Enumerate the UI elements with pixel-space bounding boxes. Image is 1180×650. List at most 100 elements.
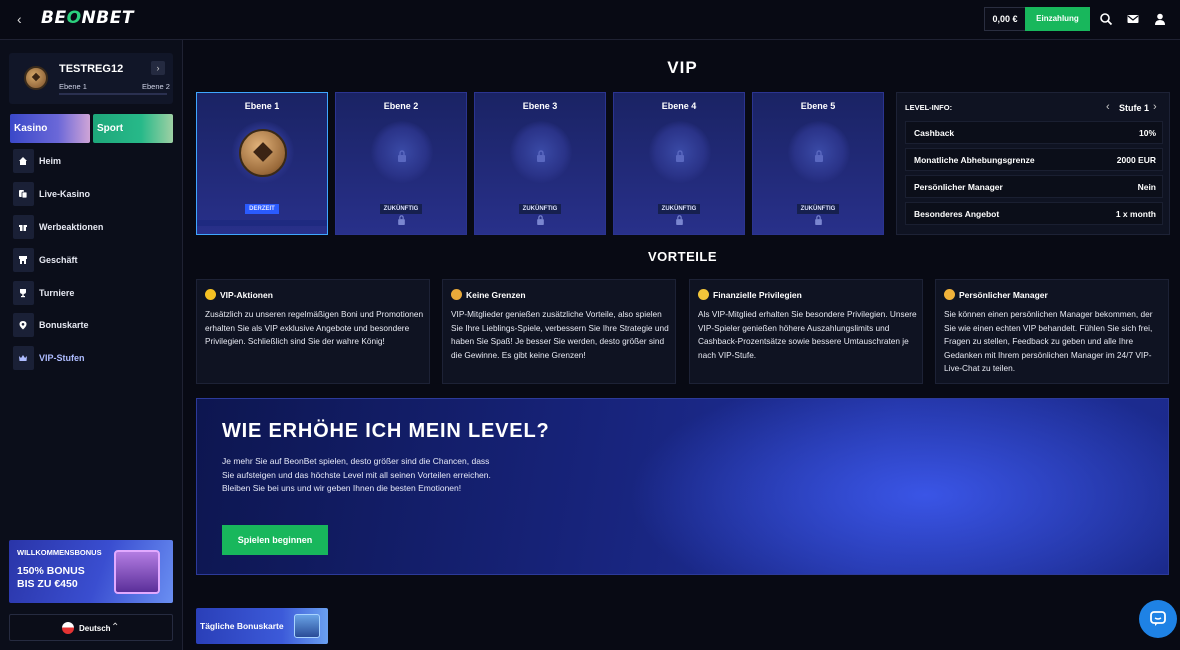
tier-name: Ebene 2 — [383, 101, 419, 111]
level-up-hero: WIE ERHÖHE ICH MEIN LEVEL? Je mehr Sie a… — [196, 398, 1169, 575]
lock-icon — [676, 150, 684, 162]
benefit-text: Zusätzlich zu unseren regelmäßigen Boni … — [205, 309, 424, 347]
tier-status-badge: DERZEIT — [197, 202, 327, 214]
tier-card-3[interactable]: Ebene 3 ZUKÜNFTIG — [474, 92, 606, 235]
benefit-title: Finanzielle Privilegien — [713, 290, 802, 300]
tier-name: Ebene 1 — [244, 101, 280, 111]
money-icon — [698, 289, 709, 300]
daily-bonus-card-banner[interactable]: Tägliche Bonuskarte — [196, 608, 328, 644]
map-pin-icon — [13, 313, 34, 337]
tier-card-1[interactable]: Ebene 1 DERZEIT — [196, 92, 328, 235]
sidebar-item-tournaments[interactable]: Turniere — [13, 281, 173, 305]
profile-card[interactable]: TESTREG12 › Ebene 1 Ebene 2 — [9, 53, 173, 104]
hero-title: WIE ERHÖHE ICH MEIN LEVEL? — [222, 420, 550, 442]
info-row: Monatliche Abhebungsgrenze 2000 EUR — [905, 148, 1163, 171]
sidebar-item-vip-levels[interactable]: VIP-Stufen — [13, 346, 173, 370]
benefit-text: Sie können einen persönlichen Manager be… — [944, 309, 1153, 374]
tier-card-2[interactable]: Ebene 2 ZUKÜNFTIG — [335, 92, 467, 235]
sidebar-item-label: Werbeaktionen — [39, 222, 104, 232]
deposit-button[interactable]: Einzahlung — [1025, 7, 1090, 31]
gift-icon — [13, 215, 34, 239]
sidebar-item-bonus-map[interactable]: Bonuskarte — [13, 313, 173, 337]
lock-icon — [676, 215, 683, 225]
trophy-icon — [13, 281, 34, 305]
start-playing-button[interactable]: Spielen beginnen — [222, 525, 328, 555]
info-row-value: 1 x month — [1115, 209, 1156, 219]
info-row: Cashback 10% — [905, 121, 1163, 144]
info-row-value: Nein — [1137, 182, 1156, 192]
benefit-text: Als VIP-Mitglied erhalten Sie besondere … — [698, 309, 917, 360]
crown-icon — [13, 346, 34, 370]
info-row-key: Cashback — [914, 128, 955, 138]
benefit-card: Finanzielle Privilegien Als VIP-Mitglied… — [689, 279, 923, 384]
sidebar: TESTREG12 › Ebene 1 Ebene 2 Kasino Sport… — [0, 40, 183, 650]
promo-title: 150% BONUS BIS ZU €450 — [17, 565, 85, 590]
chat-bubble-icon — [1150, 611, 1166, 626]
back-arrow-icon[interactable]: ‹ — [17, 12, 31, 26]
lock-icon — [398, 215, 405, 225]
info-row-key: Besonderes Angebot — [914, 209, 1000, 219]
next-level-label: Ebene 2 — [142, 82, 170, 91]
user-icon[interactable] — [1153, 12, 1167, 26]
language-label: Deutsch — [79, 624, 111, 633]
lock-icon — [537, 215, 544, 225]
tier-status-badge: ZUKÜNFTIG — [614, 202, 744, 214]
benefits-title: VORTEILE — [647, 249, 717, 264]
balance-display[interactable]: 0,00 € — [984, 7, 1026, 31]
level-info-heading: LEVEL-INFO: — [905, 103, 953, 112]
search-icon[interactable] — [1099, 12, 1113, 26]
language-selector[interactable]: Deutsch ⌃ — [9, 614, 173, 641]
lock-icon — [815, 215, 822, 225]
benefit-card: Persönlicher Manager Sie können einen pe… — [935, 279, 1169, 384]
benefit-card: Keine Grenzen VIP-Mitglieder genießen zu… — [442, 279, 676, 384]
sidebar-item-label: VIP-Stufen — [39, 353, 85, 363]
tier-status-badge: ZUKÜNFTIG — [475, 202, 605, 214]
tier-status-badge: ZUKÜNFTIG — [753, 202, 883, 214]
chevron-right-icon[interactable]: › — [151, 61, 165, 75]
info-row: Persönlicher Manager Nein — [905, 175, 1163, 198]
sidebar-item-label: Live-Kasino — [39, 189, 91, 199]
flag-icon — [62, 622, 74, 634]
sidebar-item-live-casino[interactable]: Live-Kasino — [13, 182, 173, 206]
daily-bonus-label: Tägliche Bonuskarte — [200, 621, 284, 631]
sidebar-item-home[interactable]: Heim — [13, 149, 173, 173]
home-icon — [13, 149, 34, 173]
lock-icon — [537, 150, 545, 162]
category-sport[interactable]: Sport — [93, 114, 173, 143]
tier-name: Ebene 5 — [800, 101, 836, 111]
welcome-bonus-banner[interactable]: WILLKOMMENSBONUS 150% BONUS BIS ZU €450 — [9, 540, 173, 603]
tier-status-badge: ZUKÜNFTIG — [336, 202, 466, 214]
tier-progress-line — [197, 220, 327, 226]
level-medal-avatar — [24, 66, 48, 90]
chevron-left-icon[interactable]: ‹ — [1106, 101, 1110, 113]
level-progress-bar — [59, 93, 167, 95]
sidebar-item-label: Geschäft — [39, 255, 78, 265]
tier-name: Ebene 4 — [661, 101, 697, 111]
top-bar: ‹ BEONBET 0,00 € Einzahlung — [0, 0, 1180, 40]
benefit-text: VIP-Mitglieder genießen zusätzliche Vort… — [451, 309, 669, 360]
category-casino[interactable]: Kasino — [10, 114, 90, 143]
category-casino-label: Kasino — [14, 123, 48, 134]
promo-subtitle: WILLKOMMENSBONUS — [17, 548, 102, 557]
hero-text: Je mehr Sie auf BeonBet spielen, desto g… — [222, 456, 491, 494]
tier-card-4[interactable]: Ebene 4 ZUKÜNFTIG — [613, 92, 745, 235]
benefit-card: VIP-Aktionen Zusätzlich zu unseren regel… — [196, 279, 430, 384]
sidebar-item-shop[interactable]: Geschäft — [13, 248, 173, 272]
tier-card-5[interactable]: Ebene 5 ZUKÜNFTIG — [752, 92, 884, 235]
chevron-up-icon: ⌃ — [111, 622, 120, 633]
sidebar-item-label: Turniere — [39, 288, 75, 298]
benefit-title: Persönlicher Manager — [959, 290, 1048, 300]
category-sport-label: Sport — [97, 123, 124, 134]
live-chat-button[interactable] — [1139, 600, 1177, 638]
tier-status-text: ZUKÜNFTIG — [518, 204, 562, 214]
sidebar-item-promotions[interactable]: Werbeaktionen — [13, 215, 173, 239]
chevron-right-icon[interactable]: › — [1153, 101, 1157, 113]
shop-icon — [13, 248, 34, 272]
beonbet-logo[interactable]: BEONBET — [41, 8, 134, 30]
benefit-title: Keine Grenzen — [466, 290, 526, 300]
current-level-label: Ebene 1 — [59, 82, 87, 91]
lightning-icon — [205, 289, 216, 300]
manager-icon — [944, 289, 955, 300]
info-row-value: 2000 EUR — [1116, 155, 1156, 165]
mail-icon[interactable] — [1126, 12, 1140, 26]
